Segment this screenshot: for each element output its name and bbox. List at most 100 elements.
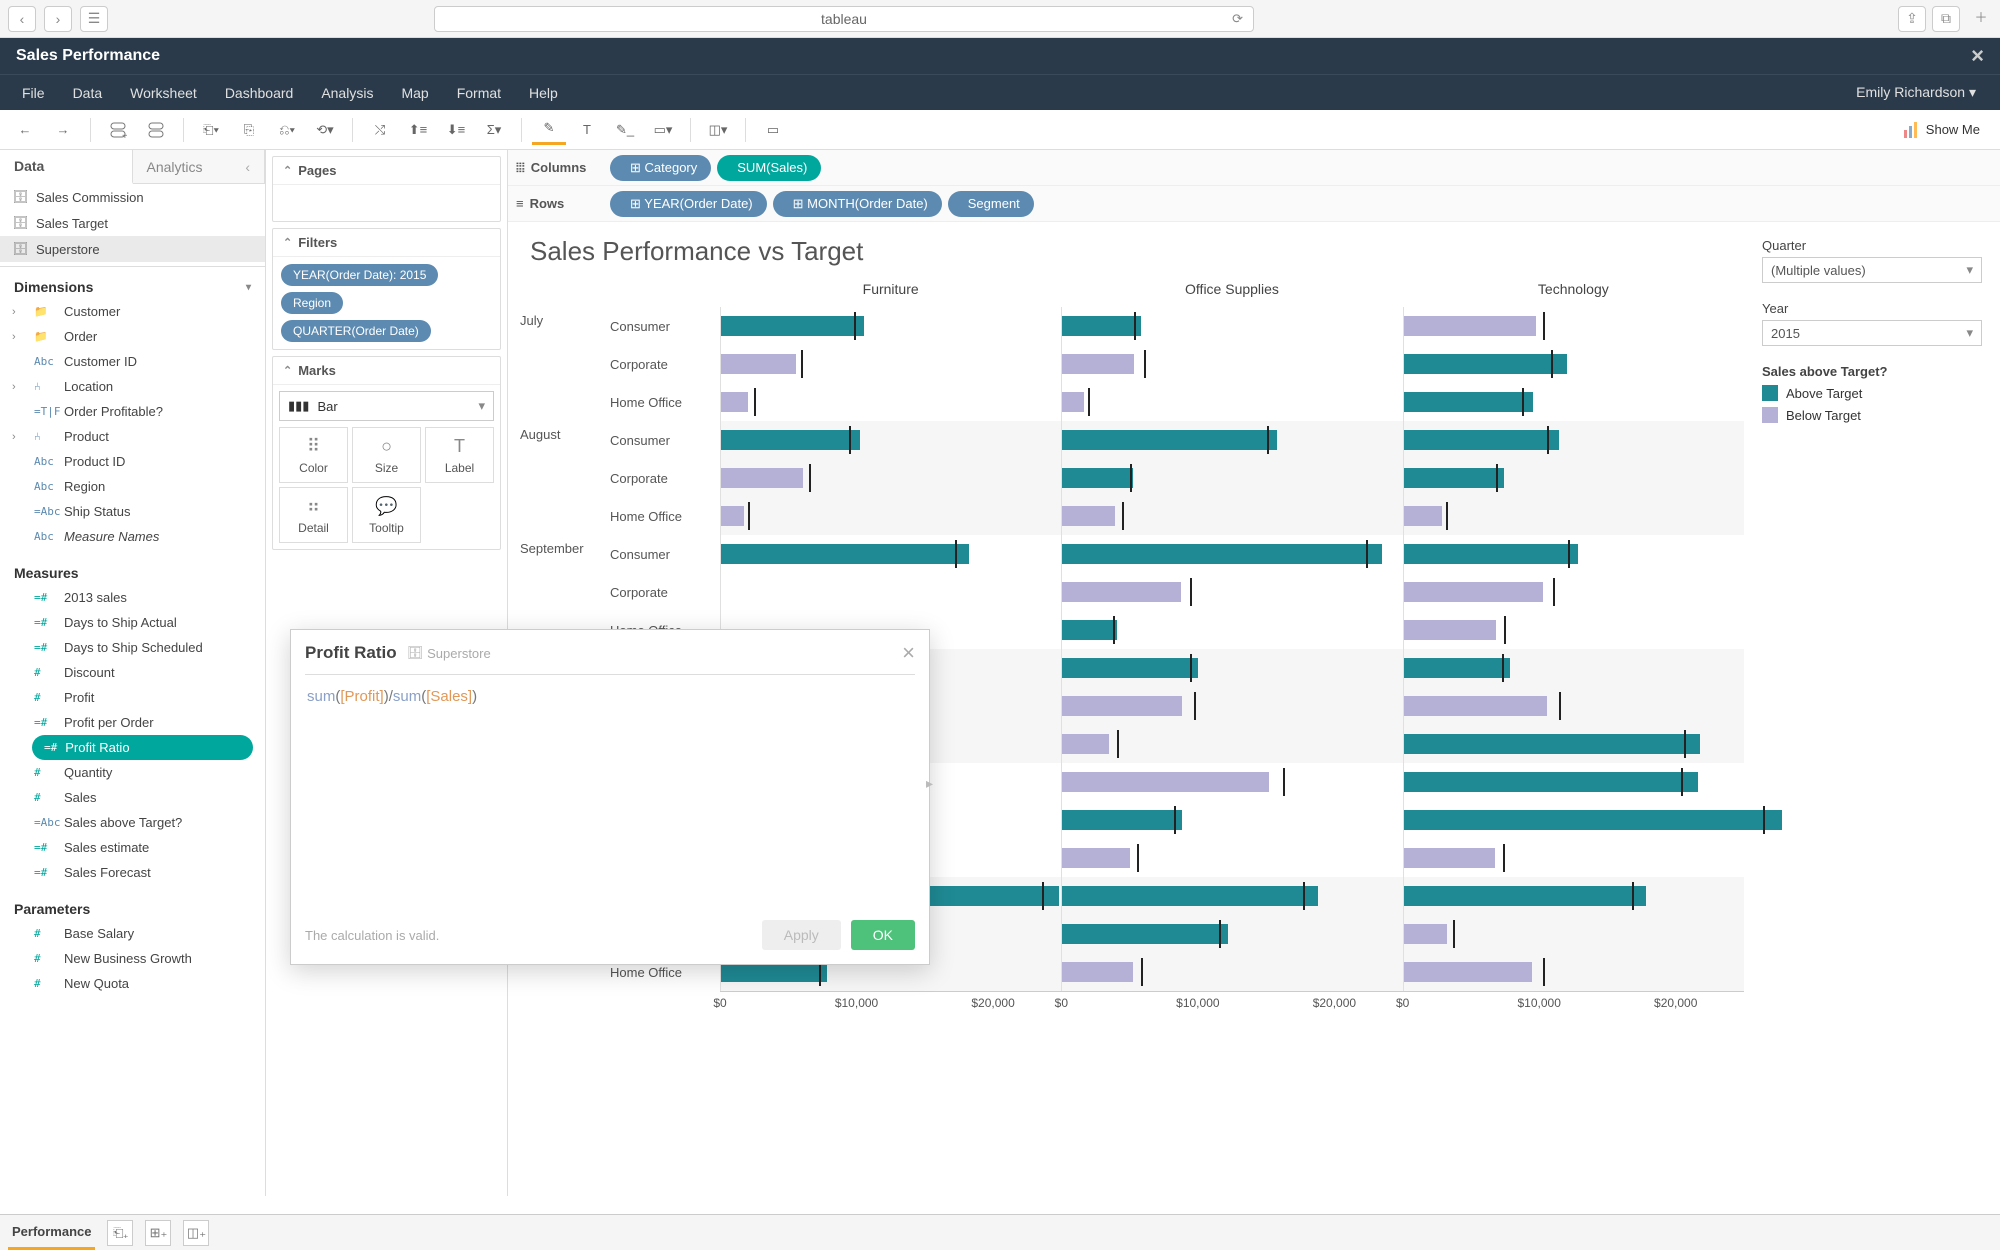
field-product[interactable]: ›⑃Product <box>0 424 265 449</box>
label-icon[interactable]: ✎_ <box>608 115 642 145</box>
bar[interactable] <box>1404 924 1448 944</box>
analytics-tab[interactable]: Analytics‹ <box>133 150 266 183</box>
bar[interactable] <box>1404 772 1698 792</box>
quarter-select[interactable]: (Multiple values)▾ <box>1762 257 1982 283</box>
field-order-profitable?[interactable]: =T|FOrder Profitable? <box>0 399 265 424</box>
menu-map[interactable]: Map <box>387 85 442 101</box>
menu-analysis[interactable]: Analysis <box>307 85 387 101</box>
close-icon[interactable]: × <box>1971 43 1984 69</box>
calc-title[interactable]: Profit Ratio <box>305 643 397 663</box>
ok-button[interactable]: OK <box>851 920 915 950</box>
field-ship-status[interactable]: =AbcShip Status <box>0 499 265 524</box>
bar[interactable] <box>1062 620 1116 640</box>
field-sales-above-target?[interactable]: =AbcSales above Target? <box>0 810 265 835</box>
bar[interactable] <box>1062 772 1269 792</box>
menu-format[interactable]: Format <box>443 85 515 101</box>
sidebar-button[interactable]: ☰ <box>80 6 108 32</box>
bar[interactable] <box>1404 354 1567 374</box>
field-customer[interactable]: ›📁Customer <box>0 299 265 324</box>
bar[interactable] <box>1404 886 1646 906</box>
data-tab[interactable]: Data <box>0 150 133 184</box>
bar[interactable] <box>721 392 748 412</box>
user-menu[interactable]: Emily Richardson ▾ <box>1856 84 1992 101</box>
field-sales-forecast[interactable]: =#Sales Forecast <box>0 860 265 885</box>
redo-button[interactable]: → <box>46 115 80 145</box>
duplicate-icon[interactable]: ⎘ <box>232 115 266 145</box>
save-icon[interactable] <box>139 115 173 145</box>
undo-button[interactable]: ← <box>8 115 42 145</box>
filter-pill[interactable]: YEAR(Order Date): 2015 <box>281 264 438 286</box>
bar[interactable] <box>721 506 744 526</box>
mark-detail[interactable]: ⠶Detail <box>279 487 348 543</box>
field-new-quota[interactable]: #New Quota <box>0 971 265 996</box>
bar[interactable] <box>1062 734 1108 754</box>
tabs-button[interactable]: ⧉ <box>1932 6 1960 32</box>
mark-size[interactable]: ○Size <box>352 427 421 483</box>
new-story-button[interactable]: ◫₊ <box>183 1220 209 1246</box>
auto-update-icon[interactable]: ⟲▾ <box>308 115 342 145</box>
bar[interactable] <box>1404 430 1559 450</box>
bar[interactable] <box>1062 810 1182 830</box>
bar[interactable] <box>1062 316 1141 336</box>
fit-icon[interactable]: ▭▾ <box>646 115 680 145</box>
bar[interactable] <box>1404 316 1536 336</box>
field-measure-names[interactable]: AbcMeasure Names <box>0 524 265 549</box>
field-profit-ratio[interactable]: =#Profit Ratio <box>32 735 253 760</box>
bar[interactable] <box>721 962 827 982</box>
new-worksheet-button[interactable]: ⎗₊ <box>107 1220 133 1246</box>
shelf-pill[interactable]: Segment <box>948 191 1034 217</box>
year-select[interactable]: 2015▾ <box>1762 320 1982 346</box>
bar[interactable] <box>1062 696 1182 716</box>
field-customer-id[interactable]: AbcCustomer ID <box>0 349 265 374</box>
columns-shelf[interactable]: ⦙⦙⦙Columns ⊞ CategorySUM(Sales) <box>508 150 2000 186</box>
bar[interactable] <box>1404 848 1495 868</box>
bar[interactable] <box>1062 848 1130 868</box>
mark-color[interactable]: ⠿Color <box>279 427 348 483</box>
pages-shelf[interactable]: ⌃Pages <box>272 156 501 222</box>
new-worksheet-icon[interactable]: ⎗▾ <box>194 115 228 145</box>
bar[interactable] <box>1062 544 1382 564</box>
menu-help[interactable]: Help <box>515 85 572 101</box>
text-icon[interactable]: T <box>570 115 604 145</box>
rows-shelf[interactable]: ≡Rows ⊞ YEAR(Order Date)⊞ MONTH(Order Da… <box>508 186 2000 222</box>
field-quantity[interactable]: #Quantity <box>0 760 265 785</box>
bar[interactable] <box>1404 696 1547 716</box>
bar[interactable] <box>1062 392 1084 412</box>
bar[interactable] <box>1062 962 1133 982</box>
legend-item[interactable]: Below Target <box>1762 407 1982 423</box>
bar[interactable] <box>1062 658 1198 678</box>
field-profit-per-order[interactable]: =#Profit per Order <box>0 710 265 735</box>
bar[interactable] <box>1404 810 1782 830</box>
expand-icon[interactable]: ▸ <box>926 775 933 792</box>
new-tab-button[interactable]: ＋ <box>1970 6 1992 28</box>
refresh-icon[interactable]: ⟳ <box>1232 11 1243 27</box>
mark-tooltip[interactable]: 💬Tooltip <box>352 487 421 543</box>
field-2013-sales[interactable]: =#2013 sales <box>0 585 265 610</box>
bar[interactable] <box>1062 582 1180 602</box>
show-me-button[interactable]: Show Me <box>1904 122 1992 138</box>
shelf-pill[interactable]: ⊞ MONTH(Order Date) <box>773 191 942 217</box>
url-bar[interactable]: tableau ⟳ <box>434 6 1254 32</box>
back-button[interactable]: ‹ <box>8 6 36 32</box>
shelf-pill[interactable]: ⊞ YEAR(Order Date) <box>610 191 767 217</box>
field-new-business-growth[interactable]: #New Business Growth <box>0 946 265 971</box>
new-datasource-icon[interactable]: + <box>101 115 135 145</box>
field-region[interactable]: AbcRegion <box>0 474 265 499</box>
bar[interactable] <box>721 354 796 374</box>
bar[interactable] <box>1062 430 1277 450</box>
bar[interactable] <box>1062 886 1318 906</box>
bar[interactable] <box>1062 354 1134 374</box>
highlight-icon[interactable]: ✎ <box>532 115 566 145</box>
field-sales-estimate[interactable]: =#Sales estimate <box>0 835 265 860</box>
field-days-to-ship-actual[interactable]: =#Days to Ship Actual <box>0 610 265 635</box>
bar[interactable] <box>1404 582 1543 602</box>
bar[interactable] <box>1404 658 1510 678</box>
bar[interactable] <box>721 430 860 450</box>
swap-icon[interactable]: ⤭ <box>363 115 397 145</box>
field-order[interactable]: ›📁Order <box>0 324 265 349</box>
bar[interactable] <box>1404 392 1533 412</box>
field-discount[interactable]: #Discount <box>0 660 265 685</box>
worksheet-tab[interactable]: Performance <box>8 1215 95 1250</box>
clear-icon[interactable]: ⎌▾ <box>270 115 304 145</box>
share-button[interactable]: ⇪ <box>1898 6 1926 32</box>
